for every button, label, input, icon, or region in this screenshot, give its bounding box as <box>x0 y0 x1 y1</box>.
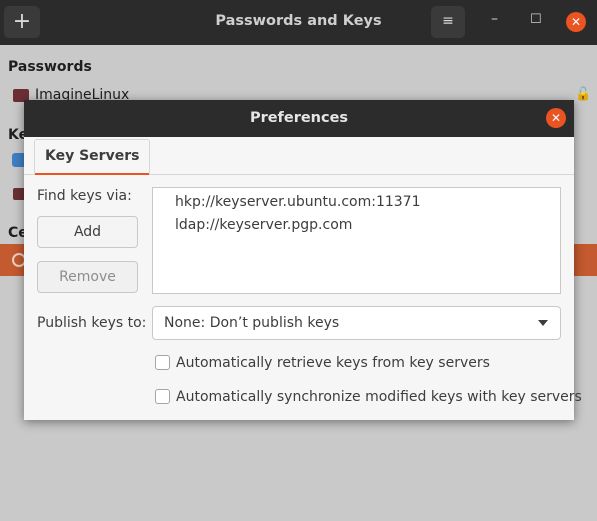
tab-bar: Key Servers <box>24 137 574 175</box>
menu-icon: ≡ <box>442 13 454 29</box>
window-close-icon[interactable]: ✕ <box>566 12 586 32</box>
publish-selected-value: None: Don’t publish keys <box>164 315 340 331</box>
minimize-icon[interactable]: – <box>491 11 498 27</box>
list-item[interactable]: hkp://keyserver.ubuntu.com:11371 <box>175 191 560 214</box>
window-title: Passwords and Keys <box>215 13 382 29</box>
auto-sync-label[interactable]: Automatically synchronize modified keys … <box>176 387 582 407</box>
dialog-close-icon[interactable]: ✕ <box>546 108 566 128</box>
chevron-down-icon <box>538 320 548 326</box>
preferences-dialog: Preferences ✕ Key Servers Find keys via:… <box>24 100 582 420</box>
unlock-icon[interactable]: 🔓 <box>575 87 591 102</box>
hamburger-menu-button[interactable]: ≡ <box>431 6 465 38</box>
auto-sync-checkbox[interactable] <box>155 389 170 404</box>
auto-retrieve-label[interactable]: Automatically retrieve keys from key ser… <box>176 353 490 373</box>
auto-retrieve-checkbox[interactable] <box>155 355 170 370</box>
publish-keys-dropdown[interactable]: None: Don’t publish keys <box>152 306 561 340</box>
passwords-heading: Passwords <box>8 59 92 75</box>
dialog-title: Preferences <box>249 110 349 126</box>
remove-server-button[interactable]: Remove <box>37 261 138 293</box>
list-item[interactable]: ldap://keyserver.pgp.com <box>175 214 560 237</box>
tab-key-servers[interactable]: Key Servers <box>34 139 151 175</box>
find-keys-label: Find keys via: <box>37 188 132 204</box>
publish-keys-label: Publish keys to: <box>37 315 147 331</box>
dialog-header: Preferences ✕ <box>24 100 574 137</box>
maximize-icon[interactable]: ☐ <box>530 12 542 27</box>
main-titlebar: + Passwords and Keys ≡ – ☐ ✕ <box>0 0 597 45</box>
add-server-button[interactable]: Add <box>37 216 138 248</box>
key-server-list[interactable]: hkp://keyserver.ubuntu.com:11371 ldap://… <box>152 187 561 294</box>
